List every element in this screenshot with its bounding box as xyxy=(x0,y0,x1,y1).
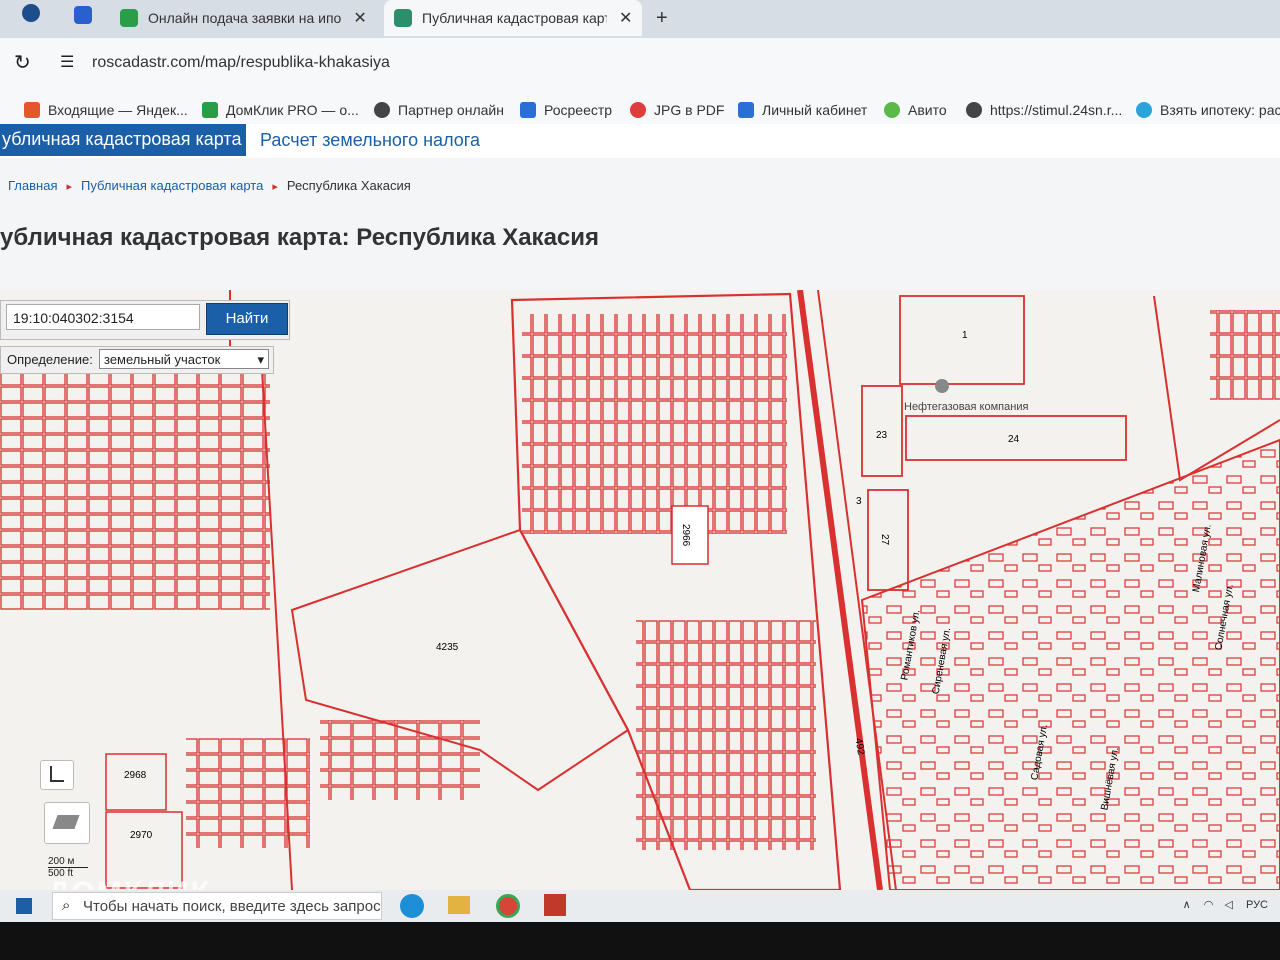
residential-area[interactable] xyxy=(860,438,1280,890)
browser-tab-bar: Онлайн подача заявки на ипо ✕ Публичная … xyxy=(0,0,1280,38)
parcel-block-west[interactable] xyxy=(0,370,270,610)
breadcrumb-cadastral-map[interactable]: Публичная кадастровая карта xyxy=(81,178,263,193)
bookmark-rosreestr[interactable]: Росреестр xyxy=(520,102,612,118)
breadcrumb-home[interactable]: Главная xyxy=(8,178,57,193)
tab-cadastral-map[interactable]: Публичная кадастровая карта ✕ xyxy=(384,0,642,36)
reload-icon[interactable]: ↻ xyxy=(14,50,31,75)
tab-label: Публичная кадастровая карта xyxy=(422,10,607,26)
taskbar-search-input[interactable]: Чтобы начать поиск, введите здесь запрос xyxy=(52,892,382,920)
layers-icon xyxy=(52,815,80,829)
app-logo-icon[interactable] xyxy=(74,6,92,24)
measure-tool-button[interactable] xyxy=(40,760,74,790)
definition-label: Определение: xyxy=(7,352,93,367)
close-tab-icon[interactable]: ✕ xyxy=(619,8,632,28)
parcel-label: 4235 xyxy=(436,642,459,653)
bookmark-domclick-pro[interactable]: ДомКлик PRO — о... xyxy=(202,102,359,118)
find-button[interactable]: Найти xyxy=(206,303,288,335)
tab-label: Онлайн подача заявки на ипо xyxy=(148,10,342,26)
parcel-label: 27 xyxy=(879,534,890,546)
edge-icon[interactable] xyxy=(400,894,424,918)
breadcrumb-separator-icon: ▸ xyxy=(272,181,278,193)
file-explorer-icon[interactable] xyxy=(448,896,470,914)
image-viewer-icon[interactable] xyxy=(544,894,566,916)
parcel-label: 1 xyxy=(962,330,968,341)
cadastral-number-input[interactable]: 19:10:040302:3154 xyxy=(6,304,200,330)
info-icon xyxy=(1136,102,1152,118)
globe-icon xyxy=(374,102,390,118)
bookmark-partner-online[interactable]: Партнер онлайн xyxy=(374,102,504,118)
heart-icon xyxy=(630,102,646,118)
breadcrumb-separator-icon: ▸ xyxy=(66,181,73,193)
search-icon: ⌕ xyxy=(62,897,71,914)
parcel-block-south[interactable] xyxy=(636,620,816,850)
url-field[interactable]: roscadastr.com/map/respublika-khakasiya xyxy=(92,54,390,72)
parcel-label: 2970 xyxy=(130,830,153,841)
globe-icon xyxy=(966,102,982,118)
definition-row: Определение: земельный участок ▾ xyxy=(0,346,274,374)
bookmark-stimul[interactable]: https://stimul.24sn.r... xyxy=(966,102,1122,118)
parcel-block-ne[interactable] xyxy=(1210,310,1280,400)
wifi-icon[interactable]: ◠ xyxy=(1204,899,1214,911)
ruler-icon xyxy=(50,766,64,782)
mail-icon xyxy=(24,102,40,118)
cadastral-map[interactable]: 2966 4235 2968 2970 23 24 27 3 1 492 Неф… xyxy=(0,290,1280,890)
page-title: убличная кадастровая карта: Республика Х… xyxy=(0,224,600,251)
parcel-block-south-west[interactable] xyxy=(320,720,480,800)
parcel-label: 2966 xyxy=(680,524,691,547)
domclick-favicon-icon xyxy=(120,9,138,27)
nav-cadastral-map[interactable]: убличная кадастровая карта xyxy=(0,124,246,156)
chrome-icon[interactable] xyxy=(496,894,520,918)
tab-mortgage-application[interactable]: Онлайн подача заявки на ипо ✕ xyxy=(120,0,375,36)
cadastral-favicon-icon xyxy=(394,9,412,27)
parcel-label: 2968 xyxy=(124,770,147,781)
map-canvas[interactable]: 2966 4235 2968 2970 23 24 27 3 1 492 Неф… xyxy=(0,290,1280,890)
road-label: 492 xyxy=(852,737,866,756)
parcel-label: 24 xyxy=(1008,434,1020,445)
avito-icon xyxy=(884,102,900,118)
definition-select-value: земельный участок xyxy=(104,352,221,367)
poi-label: Нефтегазовая компания xyxy=(904,401,1028,413)
definition-select[interactable]: земельный участок ▾ xyxy=(99,349,269,369)
bookmark-jpg-pdf[interactable]: JPG в PDF xyxy=(630,102,724,118)
parcel-block-sw[interactable] xyxy=(186,738,310,848)
new-tab-button[interactable]: + xyxy=(656,0,668,36)
rosreestr-icon xyxy=(520,102,536,118)
windows-taskbar: Чтобы начать поиск, введите здесь запрос… xyxy=(0,890,1280,922)
parcel-label: 3 xyxy=(856,496,862,507)
language-indicator[interactable]: РУС xyxy=(1246,899,1268,911)
parcel-block-north[interactable] xyxy=(522,314,787,534)
bookmark-avito[interactable]: Авито xyxy=(884,102,947,118)
chevron-up-icon[interactable]: ∧ xyxy=(1183,899,1191,911)
scale-metric: 200 м xyxy=(48,856,88,868)
breadcrumb: Главная ▸ Публичная кадастровая карта ▸ Респ… xyxy=(8,178,411,193)
monitor-bezel xyxy=(0,922,1280,960)
parcel-2968[interactable] xyxy=(105,753,167,811)
address-bar: ↻ ☰ roscadastr.com/map/respublika-khakas… xyxy=(0,38,1280,90)
parcel-label: 23 xyxy=(876,430,888,441)
close-tab-icon[interactable]: ✕ xyxy=(353,8,366,28)
windows-start-icon[interactable] xyxy=(16,898,32,914)
bookmark-yandex-mail[interactable]: Входящие — Яндек... xyxy=(24,102,188,118)
nav-land-tax[interactable]: Расчет земельного налога xyxy=(260,130,480,151)
bookmark-mortgage[interactable]: Взять ипотеку: расс... xyxy=(1136,102,1280,118)
shield-icon xyxy=(738,102,754,118)
company-poi-icon[interactable] xyxy=(935,379,949,393)
breadcrumb-current: Республика Хакасия xyxy=(286,178,411,193)
layers-button[interactable] xyxy=(44,802,90,844)
chevron-down-icon: ▾ xyxy=(257,352,264,367)
bookmark-personal-account[interactable]: Личный кабинет xyxy=(738,102,867,118)
system-tray: ∧ ◠ ◁ РУС xyxy=(1183,898,1268,911)
volume-icon[interactable]: ◁ xyxy=(1224,899,1232,911)
domclick-icon xyxy=(202,102,218,118)
browser-app-icon[interactable] xyxy=(22,4,40,22)
site-settings-icon[interactable]: ☰ xyxy=(60,52,74,72)
